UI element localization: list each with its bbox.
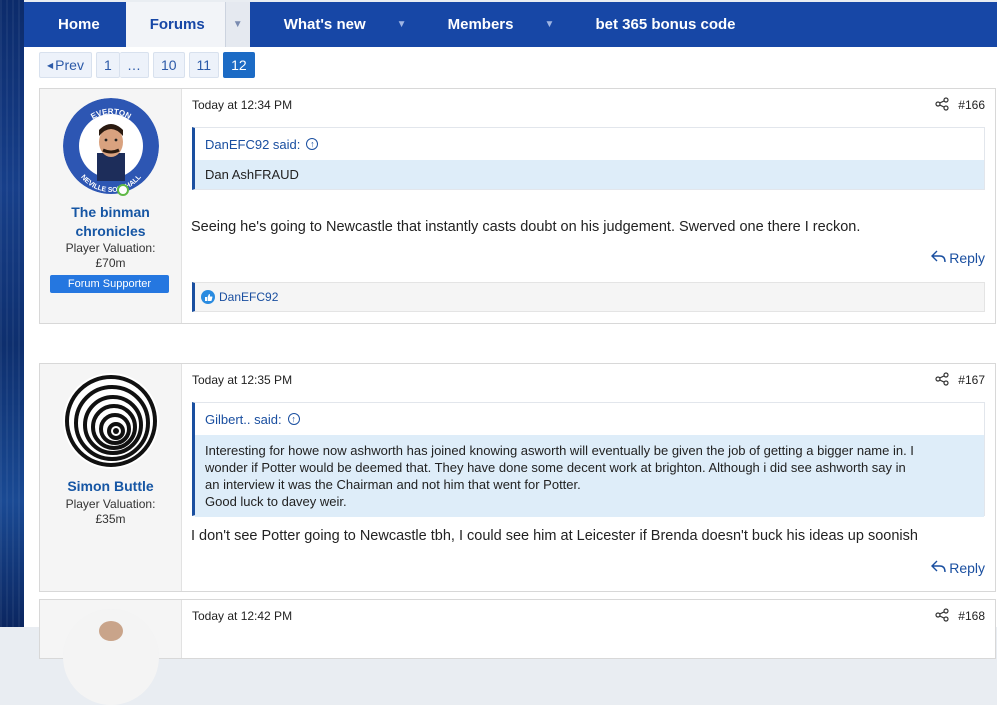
quote-line: Good luck to davey weir. <box>205 494 347 509</box>
avatar[interactable]: EVERTON NEVILLE SOUTHALL <box>63 98 159 194</box>
quote-line: Interesting for howe now ashworth has jo… <box>205 443 914 458</box>
post-number[interactable]: #166 <box>958 98 985 112</box>
username-line2: chronicles <box>75 223 146 239</box>
post-date[interactable]: Today at 12:34 PM <box>192 98 292 112</box>
user-info: EVERTON NEVILLE SOUTHALL The binman chro… <box>40 89 182 323</box>
reaction-user-link[interactable]: DanEFC92 <box>219 290 278 304</box>
forum-supporter-badge: Forum Supporter <box>50 275 169 293</box>
top-navigation: Home Forums ▼ What's new ▼ Members ▼ bet… <box>24 2 997 47</box>
quote-body: Interesting for howe now ashworth has jo… <box>195 435 984 517</box>
nav-members[interactable]: Members <box>414 2 538 47</box>
reply-arrow-icon <box>931 250 946 266</box>
chevron-down-icon[interactable]: ▼ <box>390 2 414 47</box>
nav-promo[interactable]: bet 365 bonus code <box>561 2 759 47</box>
message-text: Seeing he's going to Newcastle that inst… <box>191 219 861 235</box>
quote-block: DanEFC92 said: ↑ Dan AshFRAUD <box>192 127 985 190</box>
post-168: Today at 12:42 PM #168 <box>39 599 996 705</box>
reply-button[interactable]: Reply <box>931 250 985 266</box>
quote-line: wonder if Potter would be deemed that. T… <box>205 460 906 475</box>
page-gap[interactable]: … <box>119 52 149 78</box>
pagination: ◀ Prev 1 … 10 11 12 <box>39 52 255 78</box>
post-number[interactable]: #168 <box>958 609 985 623</box>
prev-page-button[interactable]: ◀ Prev <box>39 52 92 78</box>
page-11-button[interactable]: 11 <box>188 52 220 78</box>
post-date[interactable]: Today at 12:35 PM <box>192 373 292 387</box>
arrow-up-circle-icon[interactable]: ↑ <box>287 413 300 425</box>
post-date[interactable]: Today at 12:42 PM <box>192 609 292 623</box>
valuation-label: Player Valuation: <box>65 497 156 511</box>
page-12-button[interactable]: 12 <box>223 52 255 78</box>
valuation-value: £35m <box>95 512 126 526</box>
chevron-down-icon[interactable]: ▼ <box>224 2 250 47</box>
post-167: Simon Buttle Player Valuation: £35m Toda… <box>39 363 996 592</box>
quote-body: Dan AshFRAUD <box>195 160 984 189</box>
player-valuation: Player Valuation: £70m <box>40 241 181 271</box>
post-166: EVERTON NEVILLE SOUTHALL The binman chro… <box>39 88 996 324</box>
quote-block: Gilbert.. said: ↑ Interesting for howe n… <box>192 402 985 517</box>
share-icon[interactable] <box>935 372 949 386</box>
thread-content: ◀ Prev 1 … 10 11 12 EVERTON NEVILLE SO A… <box>24 47 997 705</box>
page-background <box>0 0 24 627</box>
reply-label: Reply <box>949 250 985 266</box>
message-cell: Today at 12:42 PM #168 <box>182 600 995 658</box>
nav-forums[interactable]: Forums <box>125 2 225 47</box>
page-1-button[interactable]: 1 <box>95 52 120 78</box>
avatar[interactable] <box>63 373 159 469</box>
quote-author[interactable]: DanEFC92 said: <box>205 137 300 152</box>
caret-left-icon: ◀ <box>47 60 54 70</box>
nav-home[interactable]: Home <box>24 2 126 47</box>
like-icon <box>201 290 215 304</box>
page-10-button[interactable]: 10 <box>152 52 185 78</box>
reactions-bar: DanEFC92 <box>192 282 985 312</box>
chevron-down-icon[interactable]: ▼ <box>537 2 561 47</box>
share-icon[interactable] <box>935 97 949 111</box>
quote-header[interactable]: DanEFC92 said: ↑ <box>195 128 984 160</box>
message-cell: Today at 12:34 PM #166 DanEFC92 said: ↑ … <box>182 89 995 323</box>
post-number[interactable]: #167 <box>958 373 985 387</box>
prev-label: Prev <box>55 57 84 73</box>
valuation-value: £70m <box>95 256 126 270</box>
online-status-icon <box>117 184 129 196</box>
user-info <box>40 600 182 705</box>
message-cell: Today at 12:35 PM #167 Gilbert.. said: ↑… <box>182 364 995 591</box>
reply-arrow-icon <box>931 560 946 576</box>
arrow-up-circle-icon[interactable]: ↑ <box>306 138 319 150</box>
username-link[interactable]: Simon Buttle <box>40 477 181 496</box>
quote-header[interactable]: Gilbert.. said: ↑ <box>195 403 984 435</box>
username-line1: The binman <box>71 204 150 220</box>
avatar[interactable] <box>63 609 159 705</box>
reply-label: Reply <box>949 560 985 576</box>
valuation-label: Player Valuation: <box>65 241 156 255</box>
player-valuation: Player Valuation: £35m <box>40 497 181 527</box>
quote-author[interactable]: Gilbert.. said: <box>205 412 282 427</box>
quote-line: an interview it was the Chairman and not… <box>205 477 581 492</box>
share-icon[interactable] <box>935 608 949 622</box>
reply-button[interactable]: Reply <box>931 560 985 576</box>
username-link[interactable]: The binman chronicles <box>40 203 181 241</box>
nav-whats-new[interactable]: What's new <box>250 2 390 47</box>
message-text: I don't see Potter going to Newcastle tb… <box>191 528 918 544</box>
user-info: Simon Buttle Player Valuation: £35m <box>40 364 182 591</box>
